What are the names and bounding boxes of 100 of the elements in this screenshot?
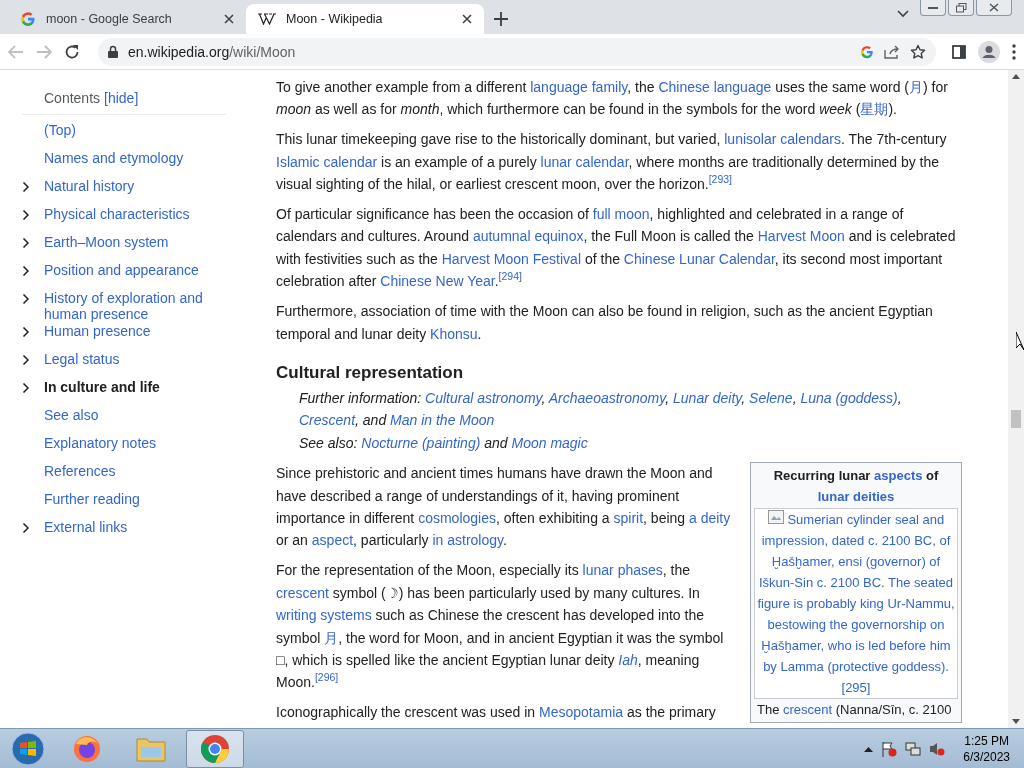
hide-link[interactable]: [hide] bbox=[104, 90, 139, 106]
toc-item[interactable]: References bbox=[44, 462, 214, 479]
browser-tab[interactable]: moon - Google Search bbox=[8, 4, 246, 34]
paragraph: For the representation of the Moon, especially its lunar phases, the crescent symbol (☽) has been particularly used by many cultures. In writing systems such as Chinese the crescent has developed into the symbol 月, the word for Moon, and in ancient Egyptian it was the symbol □, which is spelled like the ancient Egyptian lunar deity Iah, meaning Moon.$^{[296]}$ bbox=[276, 561, 725, 693]
menu-icon[interactable] bbox=[1012, 43, 1016, 60]
link[interactable]: Nocturne (painting) bbox=[361, 434, 481, 451]
toc-item[interactable]: External links bbox=[44, 518, 214, 535]
hatnote: Further information: Cultural astronomy, Archaeoastronomy, Lunar deity, Selene, Luna (goddess), Crescent, and Man in the Moon bbox=[298, 388, 903, 431]
link[interactable]: cosmologies bbox=[418, 510, 496, 526]
link[interactable]: Harvest Moon bbox=[757, 228, 845, 245]
address-bar[interactable]: en.wikipedia.org/wiki/Moon bbox=[98, 37, 936, 66]
link[interactable]: Islamic calendar bbox=[276, 153, 378, 170]
chevron-icon[interactable] bbox=[22, 293, 30, 305]
restore-button[interactable] bbox=[948, 0, 974, 16]
toc-item[interactable]: Explanatory notes bbox=[44, 434, 214, 451]
toc-item[interactable]: Legal status bbox=[44, 350, 214, 367]
close-button[interactable] bbox=[976, 0, 1012, 16]
link[interactable]: Selene bbox=[749, 389, 793, 406]
close-icon[interactable] bbox=[224, 14, 234, 24]
link[interactable]: lunar phases bbox=[582, 562, 663, 579]
scroll-thumb[interactable] bbox=[1011, 410, 1021, 428]
link[interactable]: Luna (goddess) bbox=[800, 389, 898, 406]
reload-icon[interactable] bbox=[64, 43, 80, 60]
taskbar-app[interactable] bbox=[186, 729, 244, 768]
reference-link[interactable]: [293] bbox=[708, 173, 733, 186]
link[interactable]: Lunar deity bbox=[673, 389, 742, 406]
link[interactable]: lunar calendar bbox=[540, 153, 629, 170]
scroll-down-icon[interactable] bbox=[1012, 719, 1020, 724]
link[interactable]: Man in the Moon bbox=[390, 412, 495, 429]
link[interactable]: aspects bbox=[874, 468, 923, 484]
paragraph: This lunar timekeeping gave rise to the historically dominant, but varied, lunisolar calendars. The 7th-century Islamic calendar is an example of a purely lunar calendar, where months are traditionally determined by the visual sighting of the hilal, or earliest crescent moon, over the horizon.$^{[293]}$ bbox=[276, 130, 948, 195]
link[interactable]: 星期 bbox=[860, 101, 889, 118]
chevron-down-icon[interactable] bbox=[897, 10, 909, 18]
link[interactable]: Chinese language bbox=[658, 79, 772, 95]
clock-date[interactable]: 6/3/2023 bbox=[963, 748, 1010, 765]
chevron-icon[interactable] bbox=[22, 209, 30, 221]
toc-item[interactable]: Natural history bbox=[44, 177, 214, 194]
link[interactable]: 月 bbox=[909, 79, 923, 95]
restore-icon bbox=[955, 2, 967, 13]
toc-item[interactable]: Earth–Moon system bbox=[44, 233, 214, 250]
toc-item[interactable]: Physical characteristics bbox=[44, 205, 214, 222]
link[interactable]: lunar deities bbox=[817, 489, 895, 505]
lock-icon[interactable] bbox=[108, 45, 118, 58]
link[interactable]: Chinese Lunar Calendar bbox=[623, 250, 775, 267]
reference-link[interactable]: [294] bbox=[498, 270, 522, 283]
speaker-icon[interactable] bbox=[929, 740, 946, 757]
plus-icon[interactable] bbox=[494, 12, 508, 26]
toc-item[interactable]: Position and appearance bbox=[44, 261, 214, 278]
link[interactable]: Harvest Moon Festival bbox=[441, 250, 582, 267]
link[interactable]: Khonsu bbox=[430, 325, 478, 342]
infobox-text: The crescent (Nanna/Sîn, c. 2100 bbox=[756, 701, 953, 720]
google-icon[interactable] bbox=[860, 44, 874, 59]
scrollbar[interactable] bbox=[1008, 70, 1024, 728]
link[interactable]: Archaeoastronomy bbox=[548, 389, 666, 406]
chevron-icon[interactable] bbox=[22, 522, 30, 534]
link[interactable]: a deity bbox=[689, 510, 731, 526]
chevron-icon[interactable] bbox=[22, 237, 30, 249]
scroll-up-icon[interactable] bbox=[1012, 74, 1020, 79]
link[interactable]: crescent bbox=[783, 702, 833, 718]
link[interactable]: Chinese New Year bbox=[380, 273, 495, 290]
caret-up-icon[interactable] bbox=[864, 745, 874, 752]
link[interactable]: full moon bbox=[592, 206, 650, 223]
reference-link[interactable]: [296] bbox=[314, 671, 339, 684]
close-icon[interactable] bbox=[462, 14, 472, 24]
chevron-icon[interactable] bbox=[22, 181, 30, 193]
share-icon[interactable] bbox=[884, 44, 900, 59]
link[interactable]: writing systems bbox=[276, 607, 372, 624]
minimize-button[interactable] bbox=[920, 0, 946, 16]
contents-heading: Contents bbox=[44, 90, 101, 106]
side-panel-icon[interactable] bbox=[952, 44, 966, 59]
flag-icon[interactable] bbox=[881, 740, 898, 757]
paragraph: To give another example from a different language family, the Chinese language uses the same word (月) for moon as well as for month, which furthermore can be found in the symbols for the word week (星期). bbox=[276, 78, 949, 120]
tab-title: moon - Google Search bbox=[46, 12, 173, 26]
clock-time[interactable]: 1:25 PM bbox=[964, 732, 1009, 749]
star-icon[interactable] bbox=[910, 43, 926, 60]
profile-icon[interactable] bbox=[978, 40, 1000, 63]
chevron-icon[interactable] bbox=[22, 382, 30, 394]
link[interactable]: in astrology bbox=[432, 532, 503, 549]
toc-item[interactable]: See also bbox=[44, 406, 214, 423]
link[interactable]: lunisolar calendars bbox=[724, 131, 841, 148]
link[interactable]: crescent bbox=[276, 584, 329, 601]
italic-text: week bbox=[819, 101, 852, 118]
link[interactable]: Cultural astronomy bbox=[425, 389, 542, 406]
toc-item[interactable]: Names and etymology bbox=[44, 149, 214, 166]
toc-item[interactable]: Human presence bbox=[44, 322, 214, 339]
firefox-icon[interactable] bbox=[72, 733, 102, 764]
browser-tab[interactable]: Moon - Wikipedia bbox=[246, 4, 484, 34]
toc-item[interactable]: History of exploration and human presence bbox=[44, 289, 214, 322]
chrome-icon[interactable] bbox=[199, 732, 231, 765]
toc-item[interactable]: (Top) bbox=[44, 121, 214, 138]
link[interactable]: Mesopotamia bbox=[539, 704, 624, 721]
link[interactable]: 月 bbox=[324, 629, 339, 646]
link[interactable]: Moon magic bbox=[511, 434, 588, 451]
network-icon[interactable] bbox=[905, 740, 922, 757]
chevron-icon[interactable] bbox=[22, 354, 30, 366]
toc-item[interactable]: Further reading bbox=[44, 490, 214, 507]
link[interactable]: Iah bbox=[618, 651, 638, 668]
chevron-icon[interactable] bbox=[22, 326, 30, 338]
toc-item[interactable]: In culture and life bbox=[44, 378, 214, 395]
chevron-icon[interactable] bbox=[22, 265, 30, 277]
